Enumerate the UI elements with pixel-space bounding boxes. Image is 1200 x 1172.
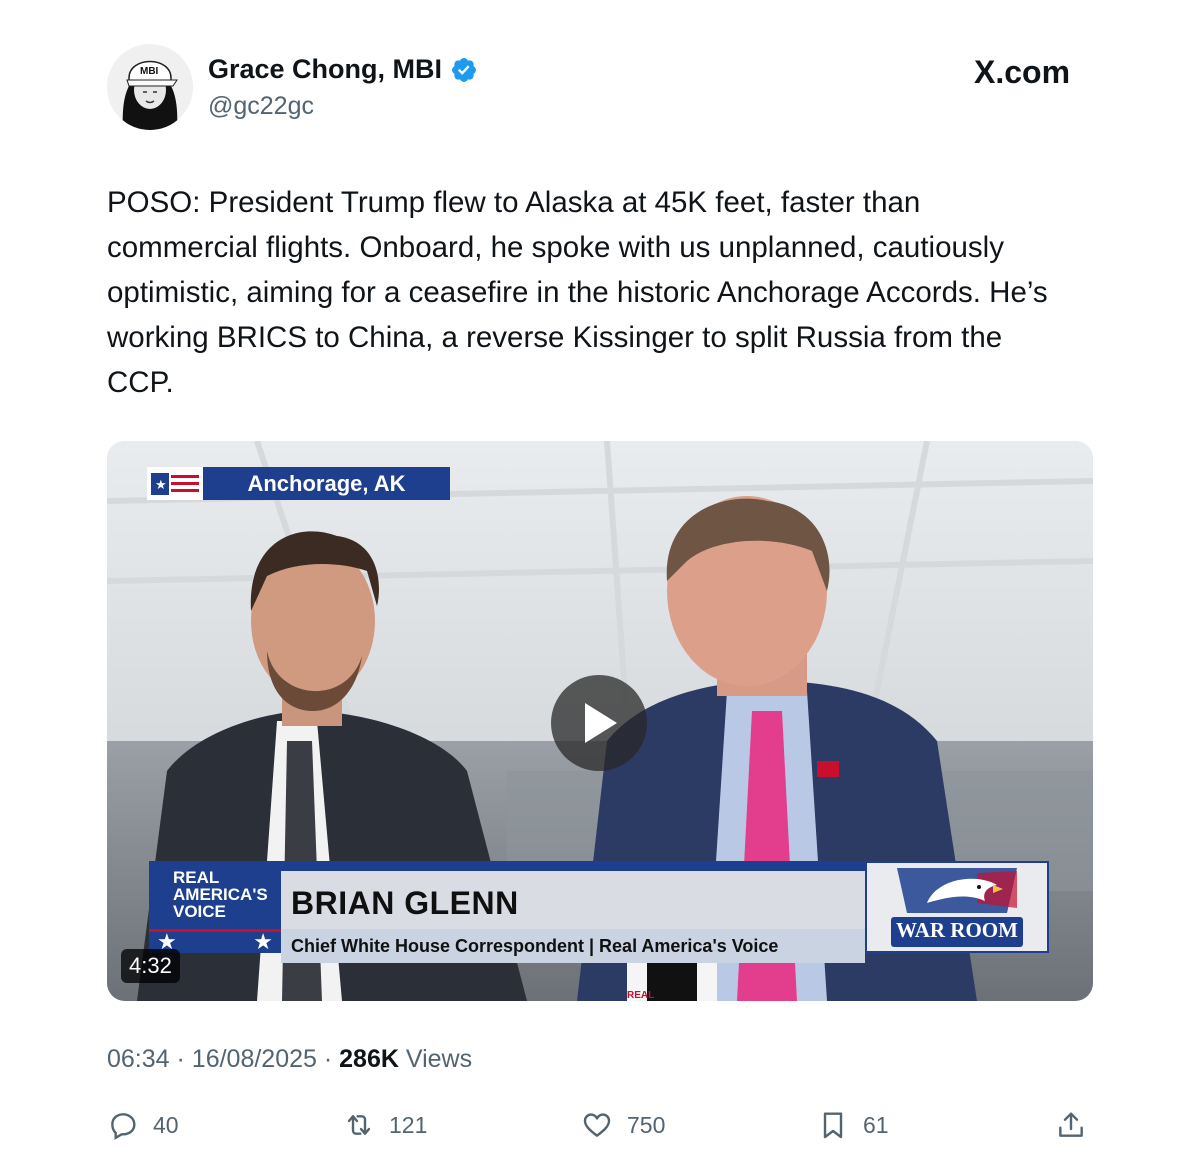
bookmark-icon [823,1112,843,1139]
network-logo-line1: REAL [173,868,220,887]
play-icon [585,703,617,743]
repost-count: 121 [389,1111,428,1138]
views-label: Views [405,1045,473,1073]
avatar[interactable]: MBI [107,44,193,130]
flag-icon: ★ [147,467,203,500]
meta-separator: · [323,1045,333,1073]
repost-button[interactable]: 121 [343,1105,427,1145]
network-logo-line3: VOICE [173,902,226,921]
tweet-text: POSO: President Trump flew to Alaska at … [107,186,1048,399]
x-brand-logo: X.com [974,54,1071,91]
views-count: 286K [339,1045,399,1073]
repost-icon [347,1115,371,1135]
svg-text:★: ★ [155,478,167,493]
like-button[interactable]: 750 [581,1105,665,1145]
show-logo: WAR ROOM [865,861,1049,953]
x-brand-text: X.com [974,54,1071,91]
action-bar: 40 121 750 61 [107,1105,1093,1145]
share-button[interactable] [1055,1105,1087,1145]
network-logo-line2: AMERICA'S [173,885,268,904]
show-logo-text: WAR ROOM [896,918,1018,942]
heart-icon [583,1113,611,1137]
tweet-date[interactable]: 16/08/2025 [192,1045,317,1073]
author-display-name[interactable]: Grace Chong, MBI [208,54,442,85]
location-tag: ★ Anchorage, AK [147,467,450,500]
bookmark-count: 61 [863,1111,889,1138]
share-icon [1059,1112,1083,1137]
location-label: Anchorage, AK [203,467,450,500]
reply-icon [111,1113,136,1140]
author-name-row[interactable]: Grace Chong, MBI [208,54,478,85]
tweet-meta: 06:34 · 16/08/2025 · 286K Views [107,1045,472,1074]
guest-name: BRIAN GLENN [291,885,519,921]
meta-separator: · [176,1045,185,1073]
reply-count: 40 [153,1111,179,1138]
play-button[interactable] [551,675,647,771]
reply-button[interactable]: 40 [107,1105,179,1145]
svg-text:REAL: REAL [627,990,654,1001]
author-handle[interactable]: @gc22gc [208,92,314,121]
verified-badge-icon [452,57,476,82]
guest-title: Chief White House Correspondent | Real A… [281,929,865,963]
bookmark-button[interactable]: 61 [817,1105,889,1145]
svg-text:MBI: MBI [140,66,159,77]
lower-third: REAL AMERICA'S VOICE ★ ★ BRIAN GLENN Chie… [149,861,1049,963]
name-bar: BRIAN GLENN Chief White House Correspond… [281,861,865,963]
tweet-time[interactable]: 06:34 [107,1045,170,1073]
eagle-icon [897,868,1017,913]
like-count: 750 [627,1111,666,1138]
video-player[interactable]: REAL ★ Anchorage, AK REAL AMERICA'S VOIC… [107,441,1093,1001]
video-duration: 4:32 [121,949,180,983]
